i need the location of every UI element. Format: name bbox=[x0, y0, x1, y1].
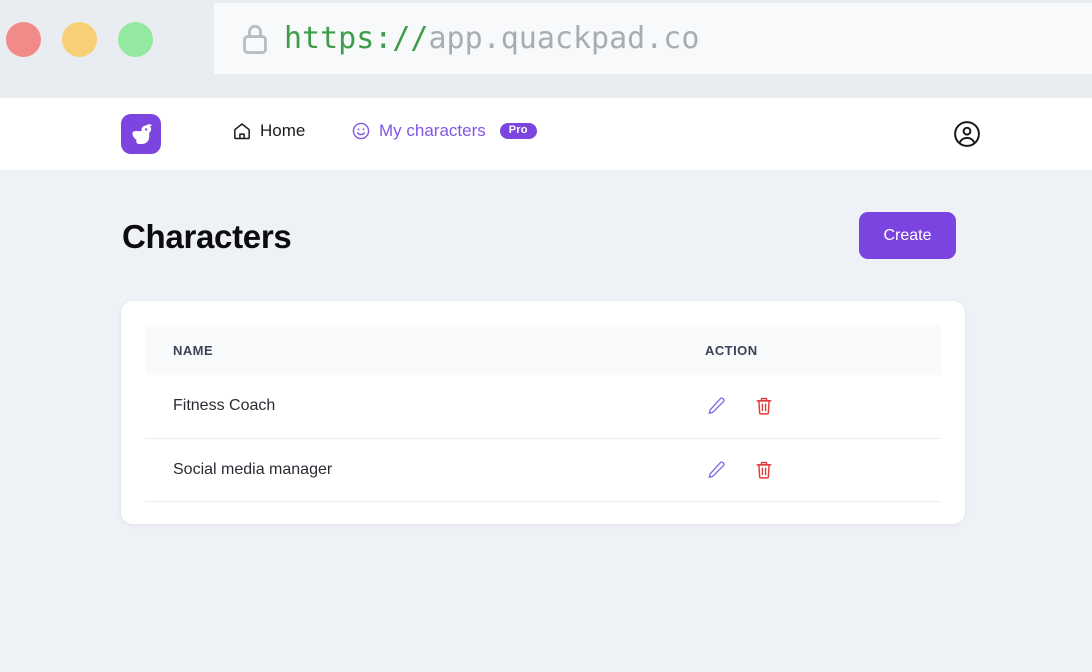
action-group bbox=[705, 459, 941, 481]
address-bar[interactable]: https://app.quackpad.co bbox=[214, 3, 1092, 74]
lock-icon bbox=[243, 24, 267, 54]
minimize-window-button[interactable] bbox=[62, 22, 97, 57]
account-circle-icon bbox=[954, 121, 980, 147]
nav-link-home-label: Home bbox=[260, 121, 306, 140]
page-content: Characters Create NAME ACTION Fitness Co… bbox=[0, 170, 1092, 672]
character-name-cell: Social media manager bbox=[145, 438, 677, 502]
delete-button[interactable] bbox=[753, 395, 775, 417]
app-navbar: Home My characters Pro bbox=[0, 98, 1092, 170]
character-action-cell bbox=[677, 438, 941, 502]
edit-icon bbox=[708, 460, 725, 478]
characters-card: NAME ACTION Fitness Coach Social media m… bbox=[121, 301, 965, 524]
characters-table: NAME ACTION Fitness Coach Social media m… bbox=[145, 325, 941, 502]
url-text: https://app.quackpad.co bbox=[284, 21, 699, 56]
character-action-cell bbox=[677, 375, 941, 439]
url-host: app.quackpad.co bbox=[428, 21, 700, 56]
account-button[interactable] bbox=[953, 120, 981, 148]
smiley-icon bbox=[352, 122, 370, 140]
page-title: Characters bbox=[122, 218, 292, 255]
delete-icon bbox=[756, 398, 772, 415]
maximize-window-button[interactable] bbox=[118, 22, 153, 57]
nav-link-my-characters-label: My characters bbox=[379, 121, 486, 140]
character-name-cell: Fitness Coach bbox=[145, 375, 677, 439]
pro-badge: Pro bbox=[499, 123, 537, 139]
delete-icon bbox=[756, 461, 772, 479]
browser-chrome: https://app.quackpad.co bbox=[0, 0, 1092, 98]
table-header-row: NAME ACTION bbox=[145, 325, 941, 375]
delete-button[interactable] bbox=[753, 459, 775, 481]
window-controls bbox=[6, 22, 153, 57]
column-header-action: ACTION bbox=[705, 342, 758, 358]
column-header-name: NAME bbox=[173, 342, 214, 358]
table-row: Social media manager bbox=[145, 438, 941, 502]
table-row: Fitness Coach bbox=[145, 375, 941, 439]
nav-link-home[interactable]: Home bbox=[232, 121, 305, 141]
table-header: NAME ACTION bbox=[145, 325, 941, 375]
nav-link-my-characters[interactable]: My characters Pro bbox=[351, 121, 537, 141]
url-scheme: https:// bbox=[284, 21, 429, 56]
edit-button[interactable] bbox=[705, 459, 727, 481]
duck-logo-icon bbox=[131, 123, 153, 144]
table-body: Fitness Coach Social media manager bbox=[145, 375, 941, 502]
edit-button[interactable] bbox=[705, 395, 727, 417]
create-button[interactable]: Create bbox=[859, 212, 956, 259]
close-window-button[interactable] bbox=[6, 22, 41, 57]
home-icon bbox=[234, 123, 250, 140]
action-group bbox=[705, 395, 941, 417]
edit-icon bbox=[708, 397, 725, 415]
app-logo[interactable] bbox=[121, 114, 161, 154]
